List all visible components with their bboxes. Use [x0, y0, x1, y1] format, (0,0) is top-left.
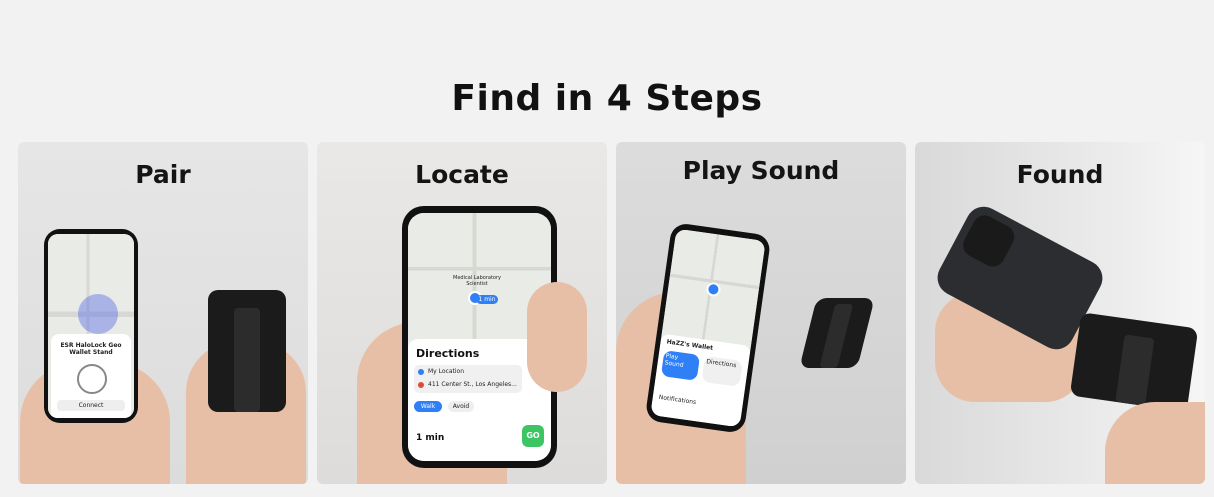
item-title: HaZZ's Wallet	[666, 338, 714, 352]
wallet-stand-image	[799, 298, 875, 368]
item-sheet: HaZZ's Wallet Play Sound Directions Noti…	[650, 333, 751, 428]
route-duration: 1 min	[416, 433, 445, 443]
location-circle	[78, 294, 118, 334]
step-card-play-sound: Play Sound HaZZ's Wallet Play Sound Dire…	[616, 142, 906, 484]
play-sound-label: Play Sound	[664, 352, 684, 369]
from-field[interactable]: My Location	[428, 368, 464, 375]
step-label-locate: Locate	[415, 160, 509, 189]
step-card-found: Found	[915, 142, 1205, 484]
wallet-stand-image	[208, 290, 286, 412]
walk-mode-button[interactable]: Walk	[414, 401, 442, 412]
avoid-button[interactable]: Avoid	[448, 401, 474, 412]
pairing-sheet: ESR HaloLock Geo Wallet Stand Connect	[51, 334, 131, 418]
device-name: ESR HaloLock Geo Wallet Stand	[60, 342, 122, 356]
eta-badge: 1 min	[476, 295, 498, 304]
camera-module	[958, 211, 1019, 271]
to-field[interactable]: 411 Center St., Los Angeles...	[428, 381, 517, 388]
steps-row: Pair ESR HaloLock Geo Wallet Stand Conne…	[18, 142, 1206, 484]
step-label-play-sound: Play Sound	[682, 156, 840, 185]
directions-title: Directions	[416, 347, 480, 360]
step-label-found: Found	[1016, 160, 1104, 189]
destination-pin-icon	[418, 382, 424, 388]
wallet-stand-image	[1069, 312, 1199, 412]
go-button[interactable]: GO	[522, 425, 544, 447]
play-sound-button[interactable]: Play Sound	[660, 350, 701, 381]
map-place-label: Medical Laboratory Scientist	[453, 275, 501, 287]
step-card-pair: Pair ESR HaloLock Geo Wallet Stand Conne…	[18, 142, 308, 484]
phone-image: HaZZ's Wallet Play Sound Directions Noti…	[644, 222, 772, 434]
route-fields: My Location 411 Center St., Los Angeles.…	[414, 365, 522, 393]
wallet-strap	[819, 304, 854, 368]
phone-image: ESR HaloLock Geo Wallet Stand Connect	[44, 229, 138, 423]
connect-button[interactable]: Connect	[57, 400, 125, 411]
wallet-strap	[1115, 334, 1155, 406]
hand-image	[1105, 402, 1205, 484]
my-location-icon	[418, 369, 424, 375]
phone-screen: HaZZ's Wallet Play Sound Directions Noti…	[650, 228, 766, 428]
directions-button[interactable]: Directions	[701, 355, 743, 387]
step-card-locate: Locate Medical Laboratory Scientist 1 mi…	[317, 142, 607, 484]
wallet-strap	[234, 308, 260, 412]
step-label-pair: Pair	[135, 160, 191, 189]
directions-label: Directions	[705, 358, 737, 370]
page-title: Find in 4 Steps	[451, 78, 763, 119]
device-icon	[77, 364, 107, 394]
phone-screen: ESR HaloLock Geo Wallet Stand Connect	[48, 234, 134, 418]
hand-fingers	[527, 282, 587, 392]
notifications-label: Notifications	[658, 393, 697, 407]
